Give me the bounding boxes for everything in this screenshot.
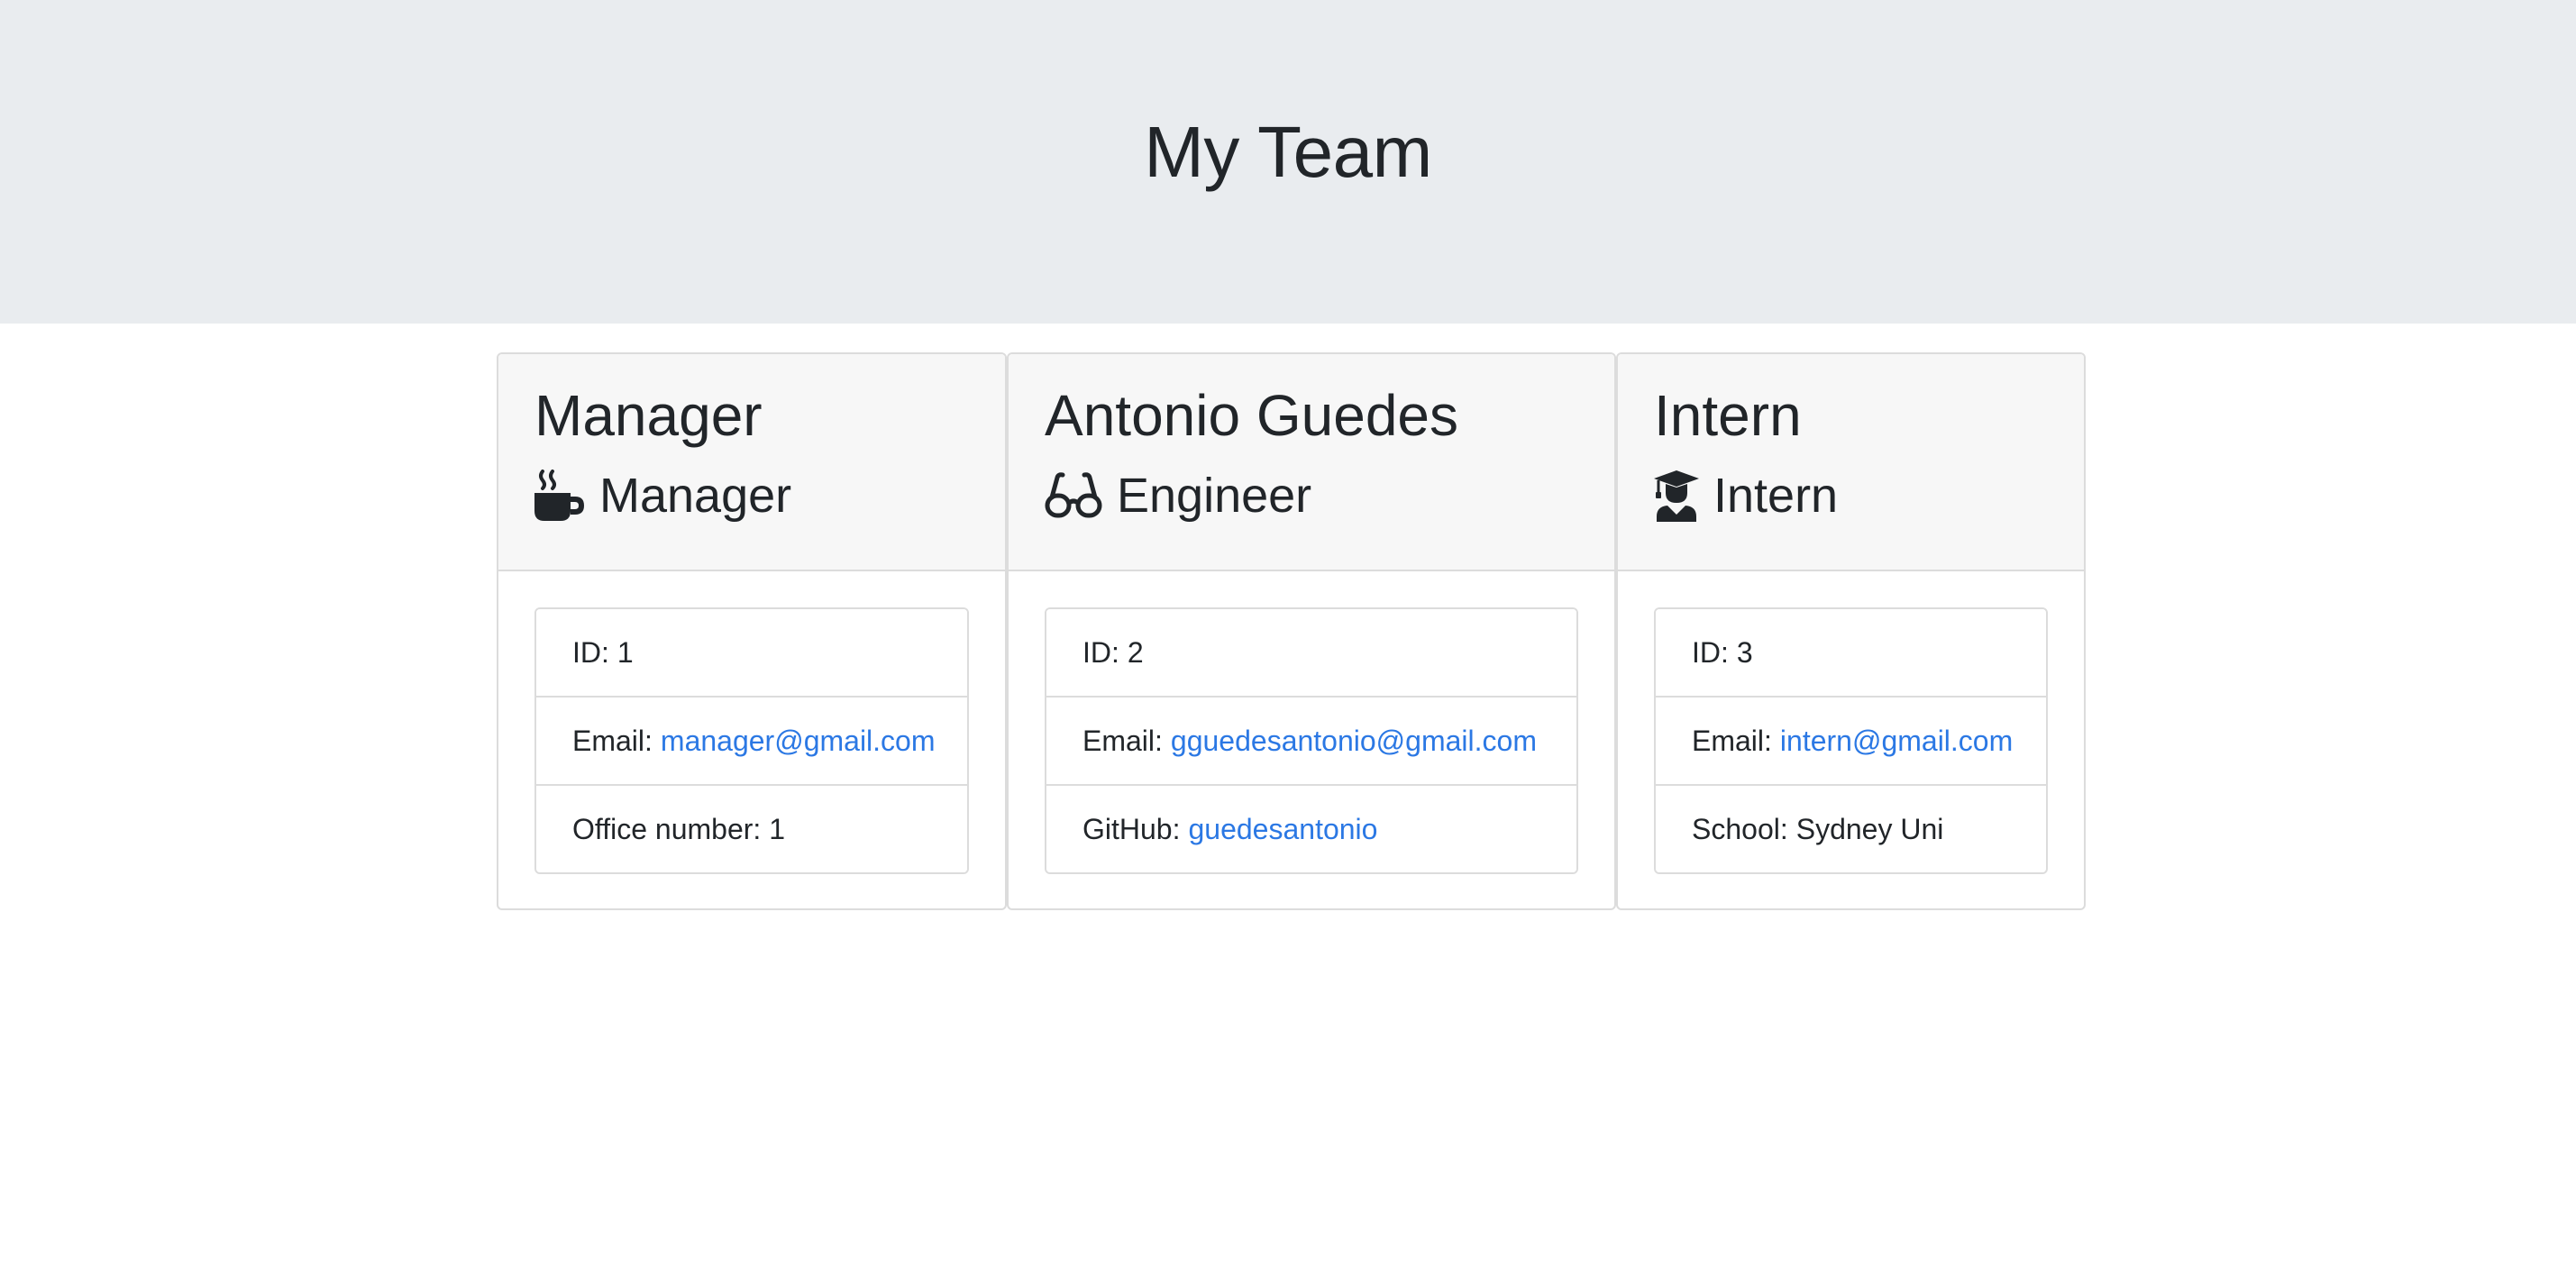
id-label: ID: bbox=[1082, 635, 1119, 669]
header-jumbotron: My Team bbox=[0, 0, 2576, 324]
employee-role-label: Intern bbox=[1713, 469, 1839, 523]
office-number-item: Office number: 1 bbox=[536, 786, 967, 872]
employee-role-label: Engineer bbox=[1117, 469, 1312, 523]
employee-name: Intern bbox=[1654, 383, 1802, 448]
office-number-value: 1 bbox=[769, 812, 786, 845]
id-item: ID: 1 bbox=[536, 609, 967, 698]
github-label: GitHub: bbox=[1082, 812, 1181, 845]
email-item: Email: gguedesantonio@gmail.com bbox=[1046, 698, 1576, 786]
employee-name: Manager bbox=[534, 383, 763, 448]
office-number-label: Office number: bbox=[572, 812, 762, 845]
email-link[interactable]: intern@gmail.com bbox=[1780, 725, 2013, 758]
card-header: Intern Intern bbox=[1618, 354, 2084, 571]
email-link[interactable]: gguedesantonio@gmail.com bbox=[1171, 725, 1537, 758]
id-item: ID: 2 bbox=[1046, 609, 1576, 698]
email-link[interactable]: manager@gmail.com bbox=[661, 725, 936, 758]
email-label: Email: bbox=[572, 724, 653, 757]
github-link[interactable]: guedesantonio bbox=[1188, 813, 1377, 846]
employee-details-list: ID: 1 Email: manager@gmail.com Office nu… bbox=[534, 607, 969, 874]
email-item: Email: intern@gmail.com bbox=[1656, 698, 2046, 786]
school-value: Sydney Uni bbox=[1795, 812, 1944, 845]
id-value: 2 bbox=[1127, 635, 1144, 669]
id-value: 3 bbox=[1736, 635, 1753, 669]
card-header: Manager Manager bbox=[498, 354, 1005, 571]
email-item: Email: manager@gmail.com bbox=[536, 698, 967, 786]
school-label: School: bbox=[1692, 812, 1788, 845]
employee-card-engineer: Antonio Guedes Engineer ID: 2 Email: ggu… bbox=[1007, 352, 1616, 910]
id-item: ID: 3 bbox=[1656, 609, 2046, 698]
graduate-icon bbox=[1654, 470, 1699, 523]
employee-role: Intern bbox=[1654, 467, 1838, 525]
github-item: GitHub: guedesantonio bbox=[1046, 786, 1576, 872]
email-label: Email: bbox=[1082, 724, 1163, 757]
employee-details-list: ID: 3 Email: intern@gmail.com School: Sy… bbox=[1654, 607, 2048, 874]
employee-card-manager: Manager Manager ID: 1 Email: manager@gma… bbox=[497, 352, 1007, 910]
page-title: My Team bbox=[1144, 111, 1432, 192]
id-label: ID: bbox=[572, 635, 609, 669]
employee-card-intern: Intern Intern ID: 3 Email: intern@gmail.… bbox=[1616, 352, 2086, 910]
coffee-icon bbox=[534, 470, 585, 522]
employee-role: Manager bbox=[534, 467, 791, 525]
card-header: Antonio Guedes Engineer bbox=[1009, 354, 1614, 571]
employee-name: Antonio Guedes bbox=[1045, 383, 1458, 448]
employee-details-list: ID: 2 Email: gguedesantonio@gmail.com Gi… bbox=[1045, 607, 1578, 874]
employee-role: Engineer bbox=[1045, 467, 1311, 525]
employee-role-label: Manager bbox=[599, 469, 792, 523]
id-label: ID: bbox=[1692, 635, 1729, 669]
glasses-icon bbox=[1045, 470, 1102, 521]
school-item: School: Sydney Uni bbox=[1656, 786, 2046, 872]
id-value: 1 bbox=[617, 635, 634, 669]
email-label: Email: bbox=[1692, 724, 1772, 757]
